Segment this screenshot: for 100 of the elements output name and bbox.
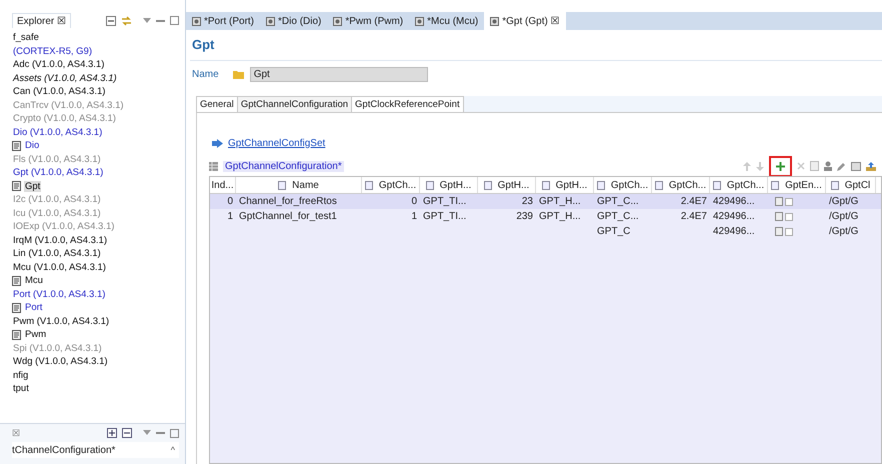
table-cell: GPT_C... bbox=[597, 196, 639, 207]
editor-tab[interactable]: *Port (Port) bbox=[186, 12, 260, 30]
tree-item[interactable]: nfig bbox=[12, 370, 30, 381]
tree-item[interactable]: Assets (V1.0.0, AS4.3.1) bbox=[12, 72, 118, 84]
table-cell: GPT_C... bbox=[597, 211, 639, 222]
table-icon bbox=[209, 162, 218, 170]
close-icon[interactable]: ☒ bbox=[12, 428, 20, 438]
table-cell: 2.4E7 bbox=[680, 196, 707, 207]
sub-tab[interactable]: GptChannelConfiguration bbox=[236, 96, 352, 112]
module-icon bbox=[333, 16, 342, 26]
tree-item[interactable]: Gpt (V1.0.0, AS4.3.1) bbox=[12, 167, 104, 178]
checkbox[interactable] bbox=[785, 228, 793, 236]
tree-item[interactable]: Dio (V1.0.0, AS4.3.1) bbox=[12, 126, 104, 138]
copy-icon[interactable] bbox=[810, 161, 819, 171]
table-cell: /Gpt/G bbox=[829, 196, 858, 207]
table-cell: 0 bbox=[227, 196, 233, 207]
arrow-icon bbox=[212, 138, 223, 148]
tree-item[interactable]: Fls (V1.0.0, AS4.3.1) bbox=[12, 154, 102, 165]
column-icon bbox=[771, 180, 780, 190]
maximize-icon[interactable] bbox=[170, 16, 179, 25]
table-cell: 429496... bbox=[713, 211, 755, 222]
checkbox[interactable] bbox=[785, 198, 793, 206]
column-header[interactable]: GptCh... bbox=[610, 180, 648, 190]
editor-tab[interactable]: *Gpt (Gpt) ☒ bbox=[484, 12, 566, 30]
person-icon[interactable] bbox=[824, 161, 832, 171]
collapse-icon[interactable] bbox=[106, 16, 116, 26]
tree-item[interactable]: Lin (V1.0.0, AS4.3.1) bbox=[12, 248, 102, 260]
tree-item[interactable]: IrqM (V1.0.0, AS4.3.1) bbox=[12, 234, 108, 246]
tree-item[interactable]: I2c (V1.0.0, AS4.3.1) bbox=[12, 194, 102, 206]
tree-item[interactable]: Port bbox=[24, 302, 44, 314]
column-header[interactable]: Name bbox=[292, 180, 319, 190]
tree-item[interactable]: tput bbox=[12, 383, 30, 394]
module-icon bbox=[415, 16, 424, 26]
column-header[interactable]: GptCh... bbox=[378, 180, 416, 190]
tree-item[interactable]: Spi (V1.0.0, AS4.3.1) bbox=[12, 342, 103, 354]
column-header[interactable]: GptEn... bbox=[785, 180, 822, 190]
pencil-icon[interactable] bbox=[837, 162, 846, 170]
checkbox[interactable] bbox=[785, 212, 793, 220]
tree-item[interactable]: Mcu (V1.0.0, AS4.3.1) bbox=[12, 262, 107, 273]
table-cell: GPT_TI... bbox=[423, 211, 466, 222]
maximize-icon[interactable] bbox=[170, 428, 179, 438]
column-icon bbox=[654, 180, 663, 190]
editor-tab[interactable]: *Mcu (Mcu) bbox=[409, 12, 484, 30]
plus-icon bbox=[776, 162, 785, 170]
column-icon bbox=[712, 180, 721, 190]
tree-item[interactable]: f_safe bbox=[12, 32, 40, 44]
collapse-button[interactable]: ^ bbox=[166, 445, 179, 455]
column-header[interactable]: GptCl bbox=[844, 180, 870, 190]
outline-item[interactable]: tChannelConfiguration* bbox=[12, 444, 116, 456]
table-row[interactable]: 0 Channel_for_freeRtos 0 GPT_TI... 23 GPT_H... GPT_C... 2.4E7 429496... /Gpt/G bbox=[210, 194, 881, 209]
module-icon bbox=[490, 16, 500, 26]
tree-item[interactable]: (CORTEX-R5, G9) bbox=[12, 46, 94, 57]
section-title: GptChannelConfiguration* bbox=[223, 160, 344, 172]
grid-icon[interactable] bbox=[851, 162, 861, 170]
column-header[interactable]: GptH... bbox=[556, 180, 588, 190]
sub-tab[interactable]: GptClockReferencePoint bbox=[351, 96, 464, 112]
config-set-link[interactable]: GptChannelConfigSet bbox=[228, 138, 326, 148]
dropdown-icon[interactable] bbox=[143, 430, 151, 436]
name-field[interactable]: Gpt bbox=[250, 66, 428, 82]
editor-title: Gpt bbox=[190, 30, 882, 61]
link-icon[interactable] bbox=[121, 16, 132, 26]
column-icon bbox=[484, 180, 492, 190]
column-header[interactable]: GptH... bbox=[498, 180, 530, 190]
table-row[interactable]: GPT_C 429496... /Gpt/G bbox=[210, 224, 881, 239]
column-header[interactable]: GptH... bbox=[440, 180, 472, 190]
editor-tab[interactable]: *Pwm (Pwm) bbox=[327, 12, 410, 30]
column-header[interactable]: GptCh... bbox=[726, 180, 764, 190]
column-icon bbox=[596, 180, 605, 190]
name-label: Name bbox=[192, 68, 219, 80]
column-icon bbox=[542, 180, 550, 190]
view-tab[interactable]: Explorer ☒ bbox=[12, 13, 72, 28]
table-cell: /Gpt/G bbox=[829, 211, 858, 222]
tree-item[interactable]: Dio bbox=[24, 140, 40, 152]
tree-item[interactable]: Mcu bbox=[24, 275, 44, 286]
table-cell: 1 bbox=[227, 211, 233, 222]
tree-item[interactable]: Adc (V1.0.0, AS4.3.1) bbox=[12, 59, 106, 70]
tree-item[interactable]: Icu (V1.0.0, AS4.3.1) bbox=[12, 208, 102, 219]
table-cell: 1 bbox=[411, 211, 417, 222]
column-header[interactable]: Ind... bbox=[211, 180, 234, 190]
table-row[interactable]: 1 GptChannel_for_test1 1 GPT_TI... 239 GPT_H... GPT_C... 2.4E7 429496... /Gpt/G bbox=[210, 209, 881, 224]
column-header[interactable]: GptCh... bbox=[668, 180, 706, 190]
tree-item[interactable]: Gpt bbox=[24, 180, 42, 192]
tree-item[interactable]: Pwm bbox=[24, 329, 48, 340]
table-cell: Channel_for_freeRtos bbox=[239, 196, 337, 207]
table-cell: 429496... bbox=[713, 226, 755, 237]
tree-item[interactable]: Can (V1.0.0, AS4.3.1) bbox=[12, 86, 106, 98]
tree-item[interactable]: Pwm (V1.0.0, AS4.3.1) bbox=[12, 316, 110, 327]
table-cell: GPT_H... bbox=[539, 211, 581, 222]
tree-item[interactable]: Wdg (V1.0.0, AS4.3.1) bbox=[12, 356, 109, 368]
table-cell: GPT_C bbox=[597, 226, 630, 237]
sub-tab[interactable]: General bbox=[196, 96, 238, 112]
dropdown-icon[interactable] bbox=[143, 18, 151, 24]
editor-tab[interactable]: *Dio (Dio) bbox=[260, 12, 328, 30]
collapse-icon[interactable] bbox=[122, 428, 132, 438]
expand-icon[interactable] bbox=[107, 428, 117, 438]
table-cell: 429496... bbox=[713, 196, 755, 207]
export-icon[interactable] bbox=[866, 162, 876, 170]
table-cell: GPT_H... bbox=[539, 196, 581, 207]
tree-item[interactable]: Port (V1.0.0, AS4.3.1) bbox=[12, 288, 106, 300]
module-icon bbox=[192, 16, 201, 26]
